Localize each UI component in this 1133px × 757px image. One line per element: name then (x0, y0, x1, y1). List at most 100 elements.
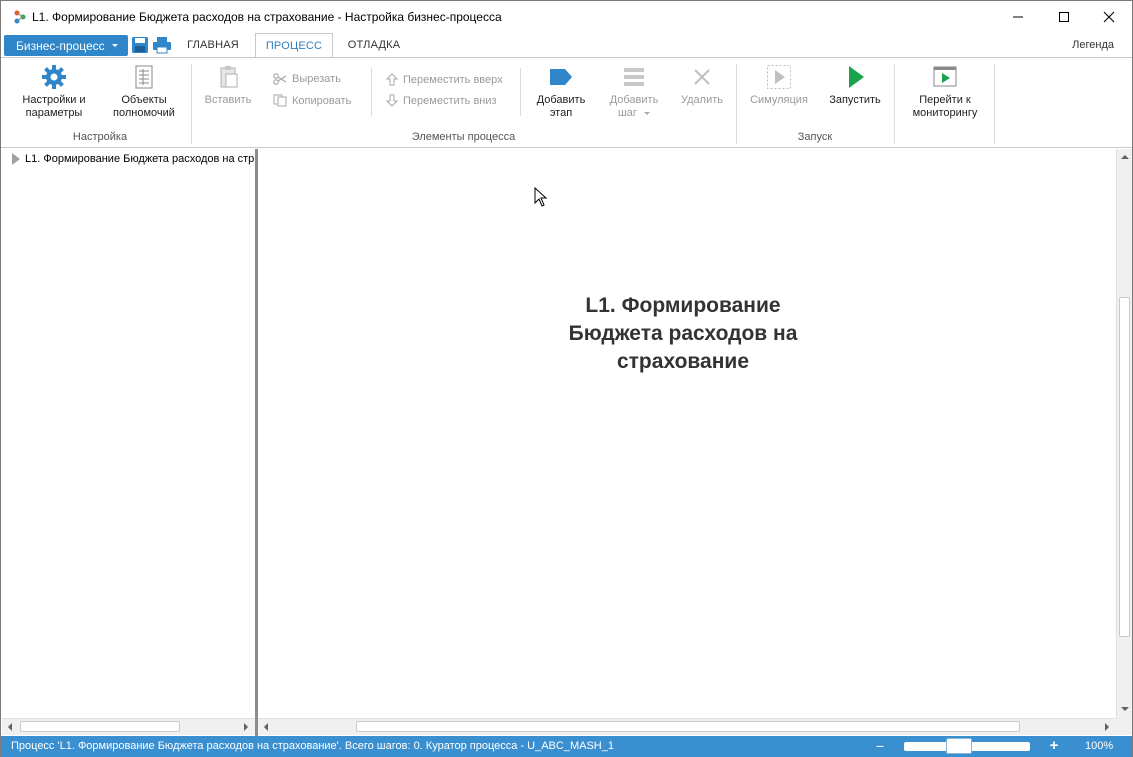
inner-separator (520, 68, 521, 116)
group-label-process-elements: Элементы процесса (411, 131, 516, 143)
group-label-nastroyka: Настройка (72, 131, 128, 143)
scroll-left-button[interactable] (2, 719, 18, 735)
tab-glavnaya[interactable]: ГЛАВНАЯ (177, 33, 249, 57)
scroll-right-button[interactable] (238, 719, 254, 735)
objects-label-line-2: полномочий (113, 107, 175, 119)
document-grid-icon (135, 65, 153, 89)
group-separator (894, 64, 895, 144)
arrow-down-icon (386, 94, 398, 107)
process-canvas[interactable]: L1. Формирование Бюджета расходов на стр… (258, 149, 1116, 718)
list-lines-icon (624, 68, 644, 86)
zoom-in-button[interactable]: + (1047, 737, 1061, 754)
status-text: Процесс 'L1. Формирование Бюджета расход… (11, 740, 614, 752)
tab-otladka[interactable]: ОТЛАДКА (339, 33, 409, 57)
paste-button[interactable]: Вставить (199, 64, 257, 107)
print-icon[interactable] (152, 36, 172, 54)
group-label-zapusk: Запуск (797, 131, 833, 143)
scroll-down-button[interactable] (1117, 701, 1133, 717)
move-up-label: Переместить вверх (403, 73, 503, 86)
vertical-scroll-thumb[interactable] (1119, 297, 1130, 637)
monitor-play-icon (933, 66, 957, 87)
business-process-menu-button[interactable]: Бизнес-процесс (4, 35, 128, 56)
chevron-right-icon (244, 723, 248, 731)
play-icon (849, 66, 864, 88)
simulation-icon (767, 65, 791, 89)
process-tree-panel: L1. Формирование Бюджета расходов на стр… (2, 149, 255, 737)
copy-button[interactable]: Копировать (273, 94, 351, 107)
tab-process[interactable]: ПРОЦЕСС (255, 33, 333, 58)
business-process-menu-label: Бизнес-процесс (16, 38, 105, 53)
move-up-button[interactable]: Переместить вверх (386, 73, 503, 86)
delete-label: Удалить (681, 94, 723, 106)
chevron-left-icon (8, 723, 12, 731)
add-step-label-line-1: Добавить (609, 94, 659, 106)
monitoring-label-line-1: Перейти к (919, 94, 971, 106)
ribbon-tab-bar: Бизнес-процесс ГЛАВНАЯ ПРОЦЕСС ОТЛАДКА Л… (1, 33, 1132, 58)
chevron-up-icon (1121, 155, 1129, 159)
scroll-right-button[interactable] (1099, 719, 1115, 735)
gear-icon (42, 65, 66, 89)
move-down-label: Переместить вниз (403, 94, 497, 107)
clipboard-icon (220, 66, 238, 88)
horizontal-scroll-thumb[interactable] (20, 721, 180, 732)
arrow-up-icon (386, 73, 398, 86)
tree-root-item[interactable]: L1. Формирование Бюджета расходов на стр… (8, 151, 254, 167)
tree-horizontal-scrollbar[interactable] (2, 718, 255, 735)
zoom-slider-thumb[interactable] (946, 738, 972, 754)
add-step-label-line-2: шаг (601, 107, 667, 120)
title-bar: L1. Формирование Бюджета расходов на стр… (1, 1, 1132, 33)
go-to-monitoring-button[interactable]: Перейти к мониторингу (901, 64, 989, 120)
canvas-title-line-3: страхование (616, 350, 750, 373)
settings-and-parameters-button[interactable]: Настройки и параметры (15, 64, 93, 120)
simulation-label: Симуляция (750, 94, 808, 106)
canvas-horizontal-scrollbar[interactable] (258, 718, 1116, 735)
run-button[interactable]: Запустить (823, 64, 887, 107)
minimize-button[interactable] (995, 1, 1041, 33)
group-separator (994, 64, 995, 144)
close-button[interactable] (1086, 1, 1132, 33)
tree-root-label: L1. Формирование Бюджета расходов на стр… (25, 153, 254, 165)
copy-icon (273, 94, 287, 107)
move-down-button[interactable]: Переместить вниз (386, 94, 497, 107)
minimize-icon (1013, 16, 1023, 18)
close-icon (1103, 11, 1115, 23)
authority-objects-button[interactable]: Объекты полномочий (105, 64, 183, 120)
canvas-process-title: L1. Формирование Бюджета расходов на стр… (548, 292, 818, 376)
scissors-icon (273, 73, 287, 85)
zoom-out-button[interactable]: − (873, 738, 887, 754)
chevron-right-icon (1105, 723, 1109, 731)
legend-button[interactable]: Легенда (1072, 39, 1114, 51)
add-stage-button[interactable]: Добавить этап (529, 64, 593, 120)
monitoring-label-line-2: мониторингу (912, 107, 978, 119)
chevron-down-icon (112, 44, 118, 47)
stage-tag-icon (550, 69, 572, 85)
chevron-down-icon (644, 111, 651, 115)
canvas-vertical-scrollbar[interactable] (1116, 149, 1132, 718)
mouse-pointer-icon (534, 187, 548, 207)
settings-label-line-1: Настройки и (22, 94, 86, 106)
add-stage-label-line-1: Добавить (536, 94, 586, 106)
cut-label: Вырезать (292, 73, 341, 85)
x-icon (694, 69, 710, 85)
ribbon: Настройки и параметры Объекты полномочий… (1, 57, 1132, 148)
maximize-button[interactable] (1041, 1, 1087, 33)
horizontal-scroll-thumb[interactable] (356, 721, 1020, 732)
simulation-button[interactable]: Симуляция (743, 64, 815, 107)
settings-label-line-2: параметры (25, 107, 83, 119)
expand-arrow-icon[interactable] (12, 153, 20, 165)
app-logo-icon (14, 10, 26, 24)
canvas-title-line-2: Бюджета расходов на (568, 322, 798, 345)
scrollbar-corner (1116, 718, 1132, 735)
delete-button[interactable]: Удалить (673, 64, 731, 107)
status-bar: Процесс 'L1. Формирование Бюджета расход… (1, 736, 1132, 757)
zoom-level: 100% (1085, 740, 1114, 752)
objects-label-line-1: Объекты (121, 94, 167, 106)
add-step-button[interactable]: Добавить шаг (601, 64, 667, 120)
chevron-down-icon (1121, 707, 1129, 711)
save-icon[interactable] (131, 36, 149, 54)
canvas-title-line-1: L1. Формирование (585, 294, 781, 317)
scroll-up-button[interactable] (1117, 149, 1133, 165)
scroll-left-button[interactable] (258, 719, 274, 735)
cut-button[interactable]: Вырезать (273, 73, 341, 85)
run-label: Запустить (829, 94, 881, 106)
